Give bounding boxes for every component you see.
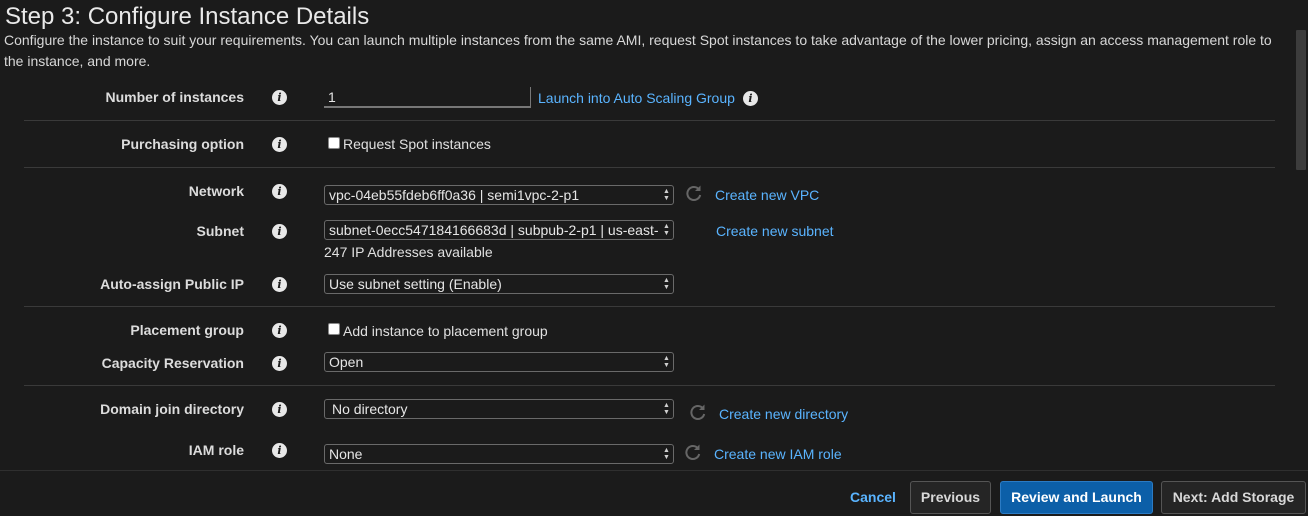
placement-group-checkbox[interactable] — [328, 323, 340, 335]
create-new-subnet-link[interactable]: Create new subnet — [716, 223, 834, 239]
refresh-icon[interactable] — [689, 403, 707, 421]
chevron-updown-icon: ▲ ▼ — [663, 355, 670, 369]
cancel-button[interactable]: Cancel — [850, 489, 896, 505]
domain-join-directory-label: Domain join directory — [100, 401, 244, 417]
network-select[interactable]: vpc-04eb55fdeb6ff0a36 | semi1vpc-2-p1 ▲ ▼ — [324, 185, 674, 205]
info-icon[interactable]: i — [272, 184, 287, 199]
capacity-reservation-label: Capacity Reservation — [101, 355, 244, 371]
number-of-instances-label: Number of instances — [105, 89, 244, 105]
subnet-label: Subnet — [196, 223, 244, 239]
subnet-select[interactable]: subnet-0ecc547184166683d | subpub-2-p1 |… — [324, 220, 674, 240]
iam-role-select[interactable]: None ▲ ▼ — [324, 444, 674, 464]
auto-assign-public-ip-select[interactable]: Use subnet setting (Enable) ▲ ▼ — [324, 274, 674, 294]
refresh-icon[interactable] — [684, 443, 702, 461]
divider — [24, 120, 1275, 121]
scrollbar-thumb[interactable] — [1296, 30, 1306, 170]
chevron-updown-icon: ▲ ▼ — [663, 188, 670, 202]
request-spot-label: Request Spot instances — [343, 136, 491, 152]
subnet-selected-value: subnet-0ecc547184166683d | subpub-2-p1 |… — [329, 222, 659, 238]
info-icon[interactable]: i — [743, 91, 758, 106]
chevron-updown-icon: ▲ ▼ — [663, 223, 670, 237]
launch-auto-scaling-link[interactable]: Launch into Auto Scaling Group — [538, 90, 735, 106]
info-icon[interactable]: i — [272, 90, 287, 105]
info-icon[interactable]: i — [272, 277, 287, 292]
chevron-updown-icon: ▲ ▼ — [663, 447, 670, 461]
chevron-updown-icon: ▲ ▼ — [663, 402, 670, 416]
domain-join-directory-select[interactable]: No directory ▲ ▼ — [324, 399, 674, 419]
iam-role-label: IAM role — [188, 442, 244, 458]
info-icon[interactable]: i — [272, 443, 287, 458]
info-icon[interactable]: i — [272, 356, 287, 371]
capacity-reservation-selected-value: Open — [329, 354, 364, 370]
next-add-storage-button[interactable]: Next: Add Storage — [1161, 481, 1306, 514]
chevron-updown-icon: ▲ ▼ — [663, 277, 670, 291]
ip-addresses-available: 247 IP Addresses available — [324, 244, 493, 260]
number-of-instances-input[interactable] — [324, 87, 531, 108]
refresh-icon[interactable] — [685, 184, 703, 202]
info-icon[interactable]: i — [272, 323, 287, 338]
footer-divider — [0, 470, 1308, 471]
auto-assign-selected-value: Use subnet setting (Enable) — [329, 276, 502, 292]
page-title: Step 3: Configure Instance Details — [5, 3, 370, 30]
auto-assign-public-ip-label: Auto-assign Public IP — [100, 276, 244, 292]
iam-role-selected-value: None — [329, 446, 363, 462]
create-new-directory-link[interactable]: Create new directory — [719, 406, 848, 422]
info-icon[interactable]: i — [272, 137, 287, 152]
placement-group-label: Placement group — [130, 322, 244, 338]
previous-button[interactable]: Previous — [910, 481, 991, 514]
page-description: Configure the instance to suit your requ… — [4, 32, 1272, 69]
create-new-vpc-link[interactable]: Create new VPC — [715, 187, 819, 203]
review-and-launch-button[interactable]: Review and Launch — [1000, 481, 1153, 514]
divider — [24, 385, 1275, 386]
network-label: Network — [188, 183, 244, 199]
network-selected-value: vpc-04eb55fdeb6ff0a36 | semi1vpc-2-p1 — [329, 187, 580, 203]
purchasing-option-label: Purchasing option — [121, 136, 244, 152]
info-icon[interactable]: i — [272, 224, 287, 239]
info-icon[interactable]: i — [272, 402, 287, 417]
request-spot-checkbox[interactable] — [328, 137, 340, 149]
divider — [24, 167, 1275, 168]
capacity-reservation-select[interactable]: Open ▲ ▼ — [324, 352, 674, 372]
placement-group-checkbox-label: Add instance to placement group — [343, 323, 548, 339]
create-new-iam-role-link[interactable]: Create new IAM role — [714, 446, 842, 462]
configure-form: Number of instances i Launch into Auto S… — [0, 72, 1296, 470]
divider — [24, 306, 1275, 307]
domain-join-selected-value: No directory — [332, 401, 408, 417]
